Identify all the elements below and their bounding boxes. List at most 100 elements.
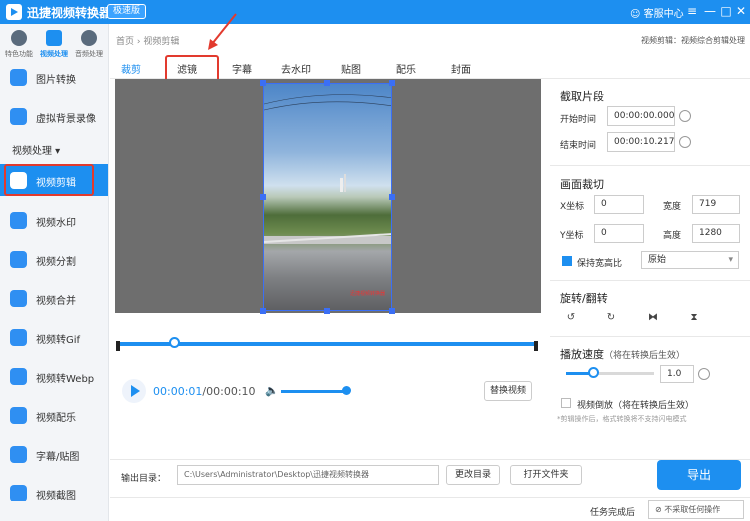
timeline-start-marker[interactable]	[116, 341, 120, 351]
flip-horizontal-icon[interactable]: ⧓	[645, 310, 661, 326]
gif-icon	[10, 329, 27, 346]
reverse-label: 视频倒放（将在转换后生效）	[577, 401, 695, 411]
y-coord-label: Y坐标	[560, 231, 584, 241]
customer-service-button[interactable]: ☺ 客服中心	[630, 5, 684, 20]
sidebar-item-label: 视频分割	[36, 257, 76, 268]
reset-end-icon[interactable]	[679, 136, 691, 148]
tab-crop[interactable]: 裁剪	[121, 61, 141, 76]
category-audio[interactable]: 音频处理	[72, 30, 106, 59]
category-label: 视频处理	[40, 50, 68, 58]
highlight-box-sidebar	[4, 164, 94, 196]
category-video[interactable]: 视频处理	[37, 30, 71, 59]
nav-section-video[interactable]: 视频处理 ▾	[12, 142, 60, 157]
chevron-down-icon: ▾	[728, 255, 733, 265]
sidebar-item-webp[interactable]: 视频转Webp	[0, 360, 108, 392]
image-icon	[10, 69, 27, 86]
timeline-end-marker[interactable]	[534, 341, 538, 351]
sidebar-item-watermark[interactable]: 视频水印	[0, 204, 108, 236]
tab-cover[interactable]: 封面	[451, 61, 471, 76]
rotate-left-icon[interactable]: ↺	[563, 310, 579, 326]
end-time-input[interactable]: 00:00:10.217	[607, 132, 675, 152]
sidebar-item-screenshot[interactable]: 视频截图	[0, 477, 108, 501]
reset-start-icon[interactable]	[679, 110, 691, 122]
menu-icon[interactable]: ≡	[684, 3, 700, 19]
maximize-button[interactable]: □	[718, 3, 734, 19]
output-path-input[interactable]: C:\Users\Administrator\Desktop\迅捷视频转换器	[177, 465, 439, 485]
reverse-checkbox[interactable]	[561, 398, 571, 408]
split-icon	[10, 251, 27, 268]
category-label: 特色功能	[5, 50, 33, 58]
page-caption: 视频剪辑：视频综合剪辑处理	[641, 36, 745, 45]
rotate-section-title: 旋转/翻转	[560, 292, 608, 305]
camera-icon	[10, 108, 27, 125]
sidebar-item-music[interactable]: 视频配乐	[0, 399, 108, 431]
subtitle-icon	[10, 446, 27, 463]
sidebar-item-label: 虚拟背景录像	[36, 114, 96, 125]
flip-vertical-icon[interactable]: ⧗	[686, 310, 702, 326]
x-coord-input[interactable]: 0	[594, 195, 644, 214]
export-button[interactable]: 导出	[657, 460, 741, 490]
sidebar-item-image-convert[interactable]: 图片转换	[0, 61, 108, 93]
breadcrumb[interactable]: 首页 › 视频剪辑	[116, 34, 179, 47]
volume-icon[interactable]: 🔈	[265, 384, 279, 397]
category-label: 音频处理	[75, 50, 103, 58]
crop-handle[interactable]	[389, 80, 395, 86]
crop-handle[interactable]	[324, 80, 330, 86]
play-button[interactable]	[122, 379, 146, 403]
replace-video-button[interactable]: 替换视频	[484, 381, 532, 401]
sidebar-item-virtual-bg[interactable]: 虚拟背景录像	[0, 100, 108, 132]
total-time: /00:00:10	[202, 385, 256, 398]
width-input[interactable]: 719	[692, 195, 740, 214]
speed-title: 播放速度	[560, 348, 604, 361]
sidebar-item-subtitle[interactable]: 字幕/贴图	[0, 438, 108, 470]
change-dir-button[interactable]: 更改目录	[446, 465, 500, 485]
timeline-playhead[interactable]	[169, 337, 180, 348]
app-title: 迅捷视频转换器	[27, 6, 112, 20]
aspect-ratio-select[interactable]: 原始 ▾	[641, 251, 739, 269]
speed-note: （将在转换后生效）	[604, 351, 686, 361]
music-icon	[10, 407, 27, 424]
category-featured[interactable]: 特色功能	[2, 30, 36, 59]
task-done-label: 任务完成后	[590, 508, 636, 518]
close-button[interactable]: ✕	[733, 3, 749, 19]
crop-handle[interactable]	[260, 194, 266, 200]
sidebar-item-merge[interactable]: 视频合并	[0, 282, 108, 314]
customer-service-label: 客服中心	[643, 9, 684, 20]
tab-music[interactable]: 配乐	[396, 61, 416, 76]
stamp-icon	[10, 212, 27, 229]
volume-slider[interactable]	[281, 390, 347, 393]
star-icon	[11, 30, 27, 46]
start-time-input[interactable]: 00:00:00.000	[607, 106, 675, 126]
speed-slider-knob[interactable]	[588, 367, 599, 378]
minimize-button[interactable]: —	[702, 3, 718, 19]
crop-handle[interactable]	[389, 194, 395, 200]
reset-speed-icon[interactable]	[698, 368, 710, 380]
open-folder-button[interactable]: 打开文件夹	[510, 465, 582, 485]
after-task-select[interactable]: ⊘ 不采取任何操作	[648, 500, 744, 519]
rotate-right-icon[interactable]: ↻	[603, 310, 619, 326]
video-icon	[46, 30, 62, 46]
time-display: 00:00:01/00:00:10	[153, 385, 256, 398]
crop-section-title: 画面裁切	[560, 178, 604, 191]
timeline-track[interactable]	[117, 342, 537, 346]
sidebar-item-label: 视频转Webp	[36, 374, 95, 385]
tab-sticker[interactable]: 贴图	[341, 61, 361, 76]
y-coord-input[interactable]: 0	[594, 224, 644, 243]
crop-handle[interactable]	[389, 308, 395, 314]
video-scene-icon	[264, 94, 391, 244]
speed-input[interactable]: 1.0	[660, 365, 694, 383]
keep-ratio-checkbox[interactable]	[562, 256, 572, 266]
sidebar-item-gif[interactable]: 视频转Gif	[0, 321, 108, 353]
volume-knob[interactable]	[342, 386, 351, 395]
sidebar-item-split[interactable]: 视频分割	[0, 243, 108, 275]
crop-handle[interactable]	[324, 308, 330, 314]
audio-icon	[81, 30, 97, 46]
current-time: 00:00:01	[153, 385, 203, 398]
crop-handle[interactable]	[260, 308, 266, 314]
video-frame[interactable]: 迅捷视频转换器	[263, 83, 392, 311]
crop-handle[interactable]	[260, 80, 266, 86]
tab-subtitle[interactable]: 字幕	[232, 61, 252, 76]
height-input[interactable]: 1280	[692, 224, 740, 243]
tab-remove-watermark[interactable]: 去水印	[281, 61, 311, 76]
sidebar-item-label: 图片转换	[36, 75, 76, 86]
